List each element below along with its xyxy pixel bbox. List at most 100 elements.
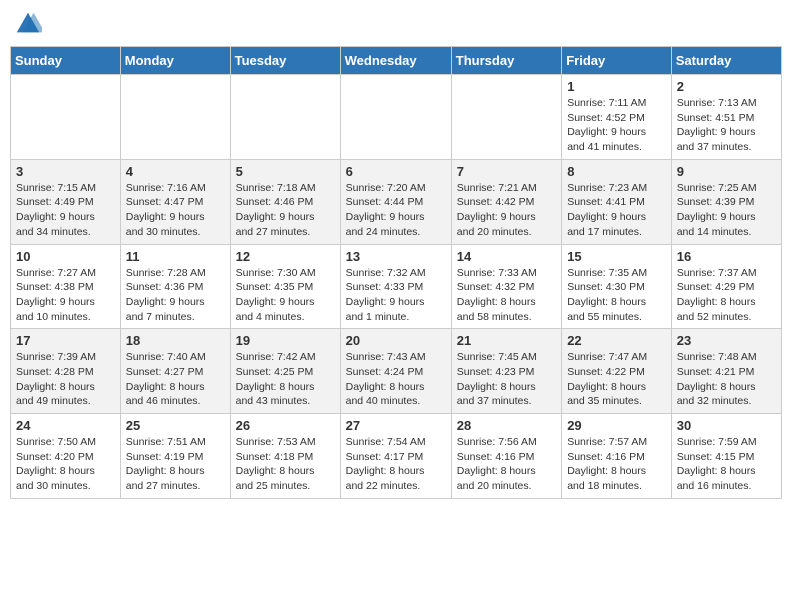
day-info: Sunrise: 7:43 AM Sunset: 4:24 PM Dayligh… [346, 350, 446, 409]
calendar-cell: 26 Sunrise: 7:53 AM Sunset: 4:18 PM Dayli… [230, 414, 340, 499]
day-info: Sunrise: 7:15 AM Sunset: 4:49 PM Dayligh… [16, 181, 115, 240]
calendar-cell: 1 Sunrise: 7:11 AM Sunset: 4:52 PM Daylig… [562, 75, 672, 160]
day-info: Sunrise: 7:30 AM Sunset: 4:35 PM Dayligh… [236, 266, 335, 325]
calendar-cell: 18 Sunrise: 7:40 AM Sunset: 4:27 PM Dayli… [120, 329, 230, 414]
calendar-cell: 2Sunrise: 7:13 AM Sunset: 4:51 PM Daylig… [671, 75, 781, 160]
day-number: 6 [346, 164, 446, 179]
calendar-cell: 10Sunrise: 7:27 AM Sunset: 4:38 PM Dayli… [11, 244, 121, 329]
column-header-tuesday: Tuesday [230, 47, 340, 75]
day-info: Sunrise: 7:11 AM Sunset: 4:52 PM Dayligh… [567, 96, 666, 155]
calendar-cell [451, 75, 561, 160]
day-info: Sunrise: 7:28 AM Sunset: 4:36 PM Dayligh… [126, 266, 225, 325]
day-number: 3 [16, 164, 115, 179]
calendar-header-row: SundayMondayTuesdayWednesdayThursdayFrid… [11, 47, 782, 75]
column-header-wednesday: Wednesday [340, 47, 451, 75]
calendar-cell: 12Sunrise: 7:30 AM Sunset: 4:35 PM Dayli… [230, 244, 340, 329]
column-header-friday: Friday [562, 47, 672, 75]
calendar-cell: 23 Sunrise: 7:48 AM Sunset: 4:21 PM Dayli… [671, 329, 781, 414]
calendar-week-row: 17 Sunrise: 7:39 AM Sunset: 4:28 PM Dayli… [11, 329, 782, 414]
calendar-cell [120, 75, 230, 160]
day-info: Sunrise: 7:23 AM Sunset: 4:41 PM Dayligh… [567, 181, 666, 240]
column-header-saturday: Saturday [671, 47, 781, 75]
day-number: 5 [236, 164, 335, 179]
calendar-cell: 19 Sunrise: 7:42 AM Sunset: 4:25 PM Dayli… [230, 329, 340, 414]
calendar-cell: 17 Sunrise: 7:39 AM Sunset: 4:28 PM Dayli… [11, 329, 121, 414]
calendar-cell [340, 75, 451, 160]
calendar-cell: 16 Sunrise: 7:37 AM Sunset: 4:29 PM Dayli… [671, 244, 781, 329]
day-info: Sunrise: 7:39 AM Sunset: 4:28 PM Dayligh… [16, 350, 115, 409]
day-info: Sunrise: 7:48 AM Sunset: 4:21 PM Dayligh… [677, 350, 776, 409]
day-number: 4 [126, 164, 225, 179]
day-info: Sunrise: 7:33 AM Sunset: 4:32 PM Dayligh… [457, 266, 556, 325]
day-info: Sunrise: 7:53 AM Sunset: 4:18 PM Dayligh… [236, 435, 335, 494]
calendar-cell: 4 Sunrise: 7:16 AM Sunset: 4:47 PM Daylig… [120, 159, 230, 244]
day-number: 22 [567, 333, 666, 348]
day-info: Sunrise: 7:45 AM Sunset: 4:23 PM Dayligh… [457, 350, 556, 409]
calendar-cell: 11 Sunrise: 7:28 AM Sunset: 4:36 PM Dayli… [120, 244, 230, 329]
day-number: 15 [567, 249, 666, 264]
calendar-cell: 25 Sunrise: 7:51 AM Sunset: 4:19 PM Dayli… [120, 414, 230, 499]
day-number: 20 [346, 333, 446, 348]
calendar-cell: 29 Sunrise: 7:57 AM Sunset: 4:16 PM Dayli… [562, 414, 672, 499]
day-number: 23 [677, 333, 776, 348]
calendar-cell: 22 Sunrise: 7:47 AM Sunset: 4:22 PM Dayli… [562, 329, 672, 414]
day-number: 27 [346, 418, 446, 433]
logo [14, 10, 44, 38]
day-info: Sunrise: 7:50 AM Sunset: 4:20 PM Dayligh… [16, 435, 115, 494]
day-info: Sunrise: 7:21 AM Sunset: 4:42 PM Dayligh… [457, 181, 556, 240]
calendar-table: SundayMondayTuesdayWednesdayThursdayFrid… [10, 46, 782, 499]
day-number: 18 [126, 333, 225, 348]
day-info: Sunrise: 7:59 AM Sunset: 4:15 PM Dayligh… [677, 435, 776, 494]
calendar-week-row: 3 Sunrise: 7:15 AM Sunset: 4:49 PM Daylig… [11, 159, 782, 244]
day-number: 9 [677, 164, 776, 179]
column-header-thursday: Thursday [451, 47, 561, 75]
day-info: Sunrise: 7:47 AM Sunset: 4:22 PM Dayligh… [567, 350, 666, 409]
page-header [10, 10, 782, 38]
calendar-cell: 21Sunrise: 7:45 AM Sunset: 4:23 PM Dayli… [451, 329, 561, 414]
calendar-week-row: 24 Sunrise: 7:50 AM Sunset: 4:20 PM Dayli… [11, 414, 782, 499]
calendar-cell [11, 75, 121, 160]
day-number: 16 [677, 249, 776, 264]
day-info: Sunrise: 7:16 AM Sunset: 4:47 PM Dayligh… [126, 181, 225, 240]
day-number: 19 [236, 333, 335, 348]
calendar-cell: 7 Sunrise: 7:21 AM Sunset: 4:42 PM Daylig… [451, 159, 561, 244]
calendar-cell: 27 Sunrise: 7:54 AM Sunset: 4:17 PM Dayli… [340, 414, 451, 499]
day-info: Sunrise: 7:40 AM Sunset: 4:27 PM Dayligh… [126, 350, 225, 409]
day-info: Sunrise: 7:27 AM Sunset: 4:38 PM Dayligh… [16, 266, 115, 325]
day-number: 1 [567, 79, 666, 94]
day-number: 24 [16, 418, 115, 433]
day-number: 2 [677, 79, 776, 94]
day-info: Sunrise: 7:51 AM Sunset: 4:19 PM Dayligh… [126, 435, 225, 494]
day-info: Sunrise: 7:18 AM Sunset: 4:46 PM Dayligh… [236, 181, 335, 240]
day-info: Sunrise: 7:37 AM Sunset: 4:29 PM Dayligh… [677, 266, 776, 325]
day-number: 30 [677, 418, 776, 433]
day-number: 29 [567, 418, 666, 433]
day-number: 17 [16, 333, 115, 348]
day-number: 8 [567, 164, 666, 179]
day-number: 28 [457, 418, 556, 433]
calendar-cell: 28 Sunrise: 7:56 AM Sunset: 4:16 PM Dayli… [451, 414, 561, 499]
day-info: Sunrise: 7:57 AM Sunset: 4:16 PM Dayligh… [567, 435, 666, 494]
day-number: 13 [346, 249, 446, 264]
day-number: 25 [126, 418, 225, 433]
day-info: Sunrise: 7:54 AM Sunset: 4:17 PM Dayligh… [346, 435, 446, 494]
calendar-cell: 13 Sunrise: 7:32 AM Sunset: 4:33 PM Dayli… [340, 244, 451, 329]
day-info: Sunrise: 7:42 AM Sunset: 4:25 PM Dayligh… [236, 350, 335, 409]
calendar-cell: 3 Sunrise: 7:15 AM Sunset: 4:49 PM Daylig… [11, 159, 121, 244]
day-info: Sunrise: 7:32 AM Sunset: 4:33 PM Dayligh… [346, 266, 446, 325]
calendar-cell: 20 Sunrise: 7:43 AM Sunset: 4:24 PM Dayli… [340, 329, 451, 414]
day-info: Sunrise: 7:20 AM Sunset: 4:44 PM Dayligh… [346, 181, 446, 240]
day-number: 11 [126, 249, 225, 264]
day-number: 14 [457, 249, 556, 264]
calendar-cell: 15Sunrise: 7:35 AM Sunset: 4:30 PM Dayli… [562, 244, 672, 329]
calendar-cell: 14 Sunrise: 7:33 AM Sunset: 4:32 PM Dayli… [451, 244, 561, 329]
logo-icon [14, 10, 42, 38]
calendar-cell: 9Sunrise: 7:25 AM Sunset: 4:39 PM Daylig… [671, 159, 781, 244]
calendar-cell: 30 Sunrise: 7:59 AM Sunset: 4:15 PM Dayli… [671, 414, 781, 499]
calendar-week-row: 1 Sunrise: 7:11 AM Sunset: 4:52 PM Daylig… [11, 75, 782, 160]
calendar-week-row: 10Sunrise: 7:27 AM Sunset: 4:38 PM Dayli… [11, 244, 782, 329]
day-info: Sunrise: 7:56 AM Sunset: 4:16 PM Dayligh… [457, 435, 556, 494]
column-header-sunday: Sunday [11, 47, 121, 75]
day-number: 26 [236, 418, 335, 433]
day-number: 7 [457, 164, 556, 179]
